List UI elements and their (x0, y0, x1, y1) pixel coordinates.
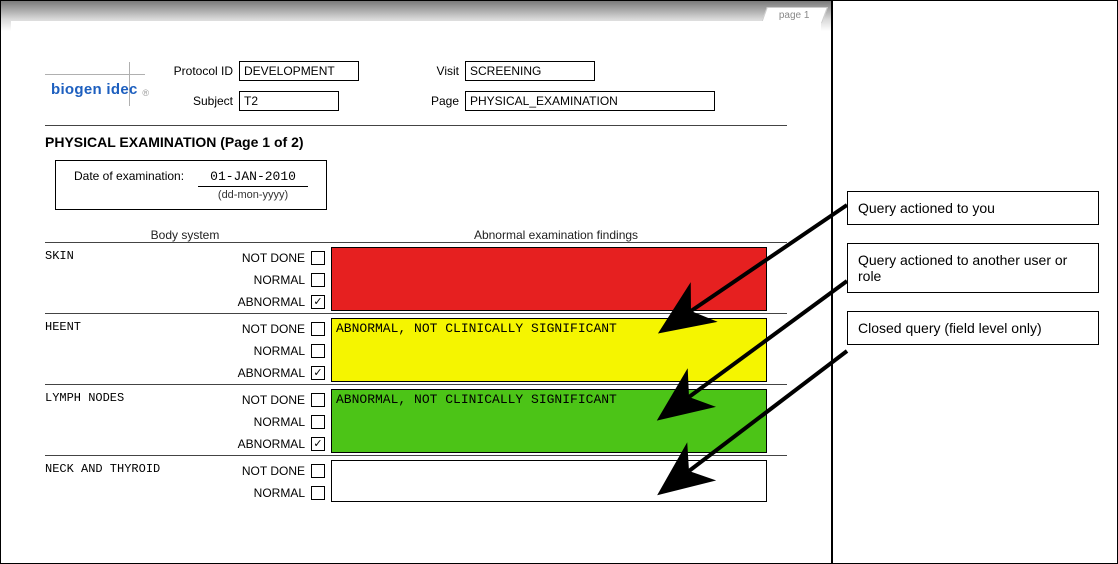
option-abnormal: ABNORMAL ✓ (238, 433, 325, 455)
exam-date-label: Date of examination: (74, 169, 184, 183)
option-not-done-label: NOT DONE (242, 464, 305, 478)
option-abnormal-label: ABNORMAL (238, 295, 305, 309)
findings-input[interactable] (331, 460, 767, 502)
canvas: page 1 biogen idec ® Protocol ID (0, 0, 1118, 564)
exam-date-value-wrap: 01-JAN-2010 (dd-mon-yyyy) (198, 169, 308, 201)
form-content: biogen idec ® Protocol ID Subject (11, 21, 821, 564)
option-not-done-checkbox[interactable] (311, 393, 325, 407)
body-system-row: NECK AND THYROID NOT DONE NORMAL (45, 455, 787, 504)
option-normal-checkbox[interactable] (311, 344, 325, 358)
body-system-options: NOT DONE NORMAL ABNORMAL ✓ (175, 247, 325, 313)
findings-cell: ABNORMAL, NOT CLINICALLY SIGNIFICANT (331, 389, 787, 455)
body-system-name: NECK AND THYROID (45, 460, 175, 504)
col-header-findings: Abnormal examination findings (325, 228, 787, 242)
body-system-options: NOT DONE NORMAL (175, 460, 325, 504)
legend: Query actioned to you Query actioned to … (847, 191, 1099, 345)
option-normal-label: NORMAL (254, 344, 305, 358)
visit-label: Visit (419, 64, 459, 78)
findings-input[interactable]: ABNORMAL, NOT CLINICALLY SIGNIFICANT (331, 318, 767, 382)
protocol-input[interactable] (239, 61, 359, 81)
option-normal: NORMAL (254, 411, 325, 433)
exam-date-format: (dd-mon-yyyy) (198, 189, 308, 201)
protocol-field: Protocol ID (163, 61, 359, 81)
exam-date-value[interactable]: 01-JAN-2010 (198, 169, 308, 187)
option-not-done: NOT DONE (242, 247, 325, 269)
header-col-right: Visit Page (419, 61, 715, 111)
option-normal: NORMAL (254, 482, 325, 504)
option-normal-label: NORMAL (254, 273, 305, 287)
option-not-done-label: NOT DONE (242, 322, 305, 336)
page-label: Page (419, 94, 459, 108)
option-normal-label: NORMAL (254, 486, 305, 500)
subject-input[interactable] (239, 91, 339, 111)
option-normal-checkbox[interactable] (311, 273, 325, 287)
body-system-name: HEENT (45, 318, 175, 384)
option-abnormal-label: ABNORMAL (238, 366, 305, 380)
findings-input[interactable] (331, 247, 767, 311)
option-not-done-checkbox[interactable] (311, 251, 325, 265)
option-abnormal-checkbox[interactable]: ✓ (311, 366, 325, 380)
option-normal: NORMAL (254, 269, 325, 291)
option-not-done: NOT DONE (242, 389, 325, 411)
legend-item-query-closed: Closed query (field level only) (847, 311, 1099, 345)
logo-line-horizontal (45, 74, 145, 75)
option-abnormal-checkbox[interactable]: ✓ (311, 295, 325, 309)
body-system-row: SKIN NOT DONE NORMAL ABNORMAL ✓ (45, 242, 787, 313)
page-field: Page (419, 91, 715, 111)
page-input[interactable] (465, 91, 715, 111)
exam-date-box: Date of examination: 01-JAN-2010 (dd-mon… (55, 160, 327, 210)
option-not-done-label: NOT DONE (242, 251, 305, 265)
findings-cell (331, 247, 787, 313)
option-not-done: NOT DONE (242, 318, 325, 340)
option-normal-checkbox[interactable] (311, 486, 325, 500)
body-systems-list: SKINNOT DONENORMALABNORMAL✓HEENTNOT DONE… (45, 242, 787, 504)
findings-input[interactable]: ABNORMAL, NOT CLINICALLY SIGNIFICANT (331, 389, 767, 453)
findings-cell (331, 460, 787, 504)
body-system-name: LYMPH NODES (45, 389, 175, 455)
header-col-left: Protocol ID Subject (163, 61, 359, 111)
findings-cell: ABNORMAL, NOT CLINICALLY SIGNIFICANT (331, 318, 787, 384)
option-normal-checkbox[interactable] (311, 415, 325, 429)
body-system-row: HEENT NOT DONE NORMAL ABNORMAL ✓ ABNORMAL, NO… (45, 313, 787, 384)
option-abnormal-label: ABNORMAL (238, 437, 305, 451)
option-abnormal-checkbox[interactable]: ✓ (311, 437, 325, 451)
protocol-label: Protocol ID (163, 64, 233, 78)
visit-input[interactable] (465, 61, 595, 81)
subject-label: Subject (163, 94, 233, 108)
header-divider (45, 125, 787, 126)
page-title: PHYSICAL EXAMINATION (Page 1 of 2) (45, 134, 787, 150)
legend-item-query-other: Query actioned to another user or role (847, 243, 1099, 293)
option-abnormal: ABNORMAL ✓ (238, 291, 325, 313)
body-system-options: NOT DONE NORMAL ABNORMAL ✓ (175, 389, 325, 455)
subject-field: Subject (163, 91, 359, 111)
col-header-body-system: Body system (45, 228, 325, 242)
option-abnormal: ABNORMAL ✓ (238, 362, 325, 384)
option-not-done-checkbox[interactable] (311, 322, 325, 336)
logo-reg-mark: ® (142, 88, 149, 98)
visit-field: Visit (419, 61, 715, 81)
option-normal: NORMAL (254, 340, 325, 362)
header-fields: Protocol ID Subject Visit (163, 61, 715, 111)
legend-item-query-you: Query actioned to you (847, 191, 1099, 225)
header-row: biogen idec ® Protocol ID Subject (45, 61, 787, 111)
logo: biogen idec ® (45, 66, 155, 106)
option-not-done-checkbox[interactable] (311, 464, 325, 478)
option-not-done-label: NOT DONE (242, 393, 305, 407)
column-headers: Body system Abnormal examination finding… (45, 228, 787, 242)
logo-text: biogen idec (51, 81, 138, 98)
body-system-row: LYMPH NODESNOT DONENORMALABNORMAL✓ABNORM… (45, 384, 787, 455)
page-area: page 1 biogen idec ® Protocol ID (1, 1, 833, 564)
body-system-name: SKIN (45, 247, 175, 313)
option-not-done: NOT DONE (242, 460, 325, 482)
page-number-text: page 1 (779, 10, 810, 21)
body-system-options: NOT DONE NORMAL ABNORMAL ✓ (175, 318, 325, 384)
option-normal-label: NORMAL (254, 415, 305, 429)
